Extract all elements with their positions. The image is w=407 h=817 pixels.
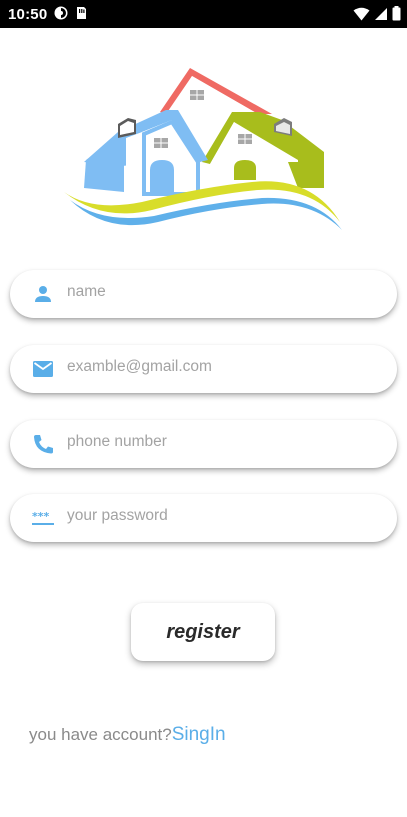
battery-icon [392, 6, 401, 21]
phone-placeholder: phone number [67, 433, 167, 450]
password-field[interactable]: *** your password [10, 494, 397, 542]
register-button[interactable]: register [131, 603, 275, 661]
password-icon: *** [32, 510, 54, 525]
email-field[interactable]: examble@gmail.com [10, 345, 397, 393]
name-placeholder: name [67, 283, 106, 300]
password-placeholder: your password [67, 507, 168, 524]
svg-text:***: *** [32, 510, 50, 523]
wifi-icon [353, 7, 370, 20]
houses-logo [64, 68, 342, 230]
signin-link[interactable]: SingIn [172, 724, 226, 745]
cloud-icon [54, 6, 68, 20]
account-prompt: you have account?SingIn [29, 724, 226, 746]
mail-icon [33, 361, 53, 377]
register-button-label: register [166, 620, 240, 643]
email-placeholder: examble@gmail.com [67, 358, 212, 375]
person-icon [35, 286, 51, 302]
status-time: 10:50 [8, 6, 48, 23]
signal-icon [375, 7, 387, 20]
name-field[interactable]: name [10, 270, 397, 318]
phone-field[interactable]: phone number [10, 420, 397, 468]
status-bar: 10:50 [0, 0, 407, 28]
account-question: you have account? [29, 725, 172, 744]
sim-card-icon [77, 7, 86, 19]
phone-icon [34, 435, 53, 454]
